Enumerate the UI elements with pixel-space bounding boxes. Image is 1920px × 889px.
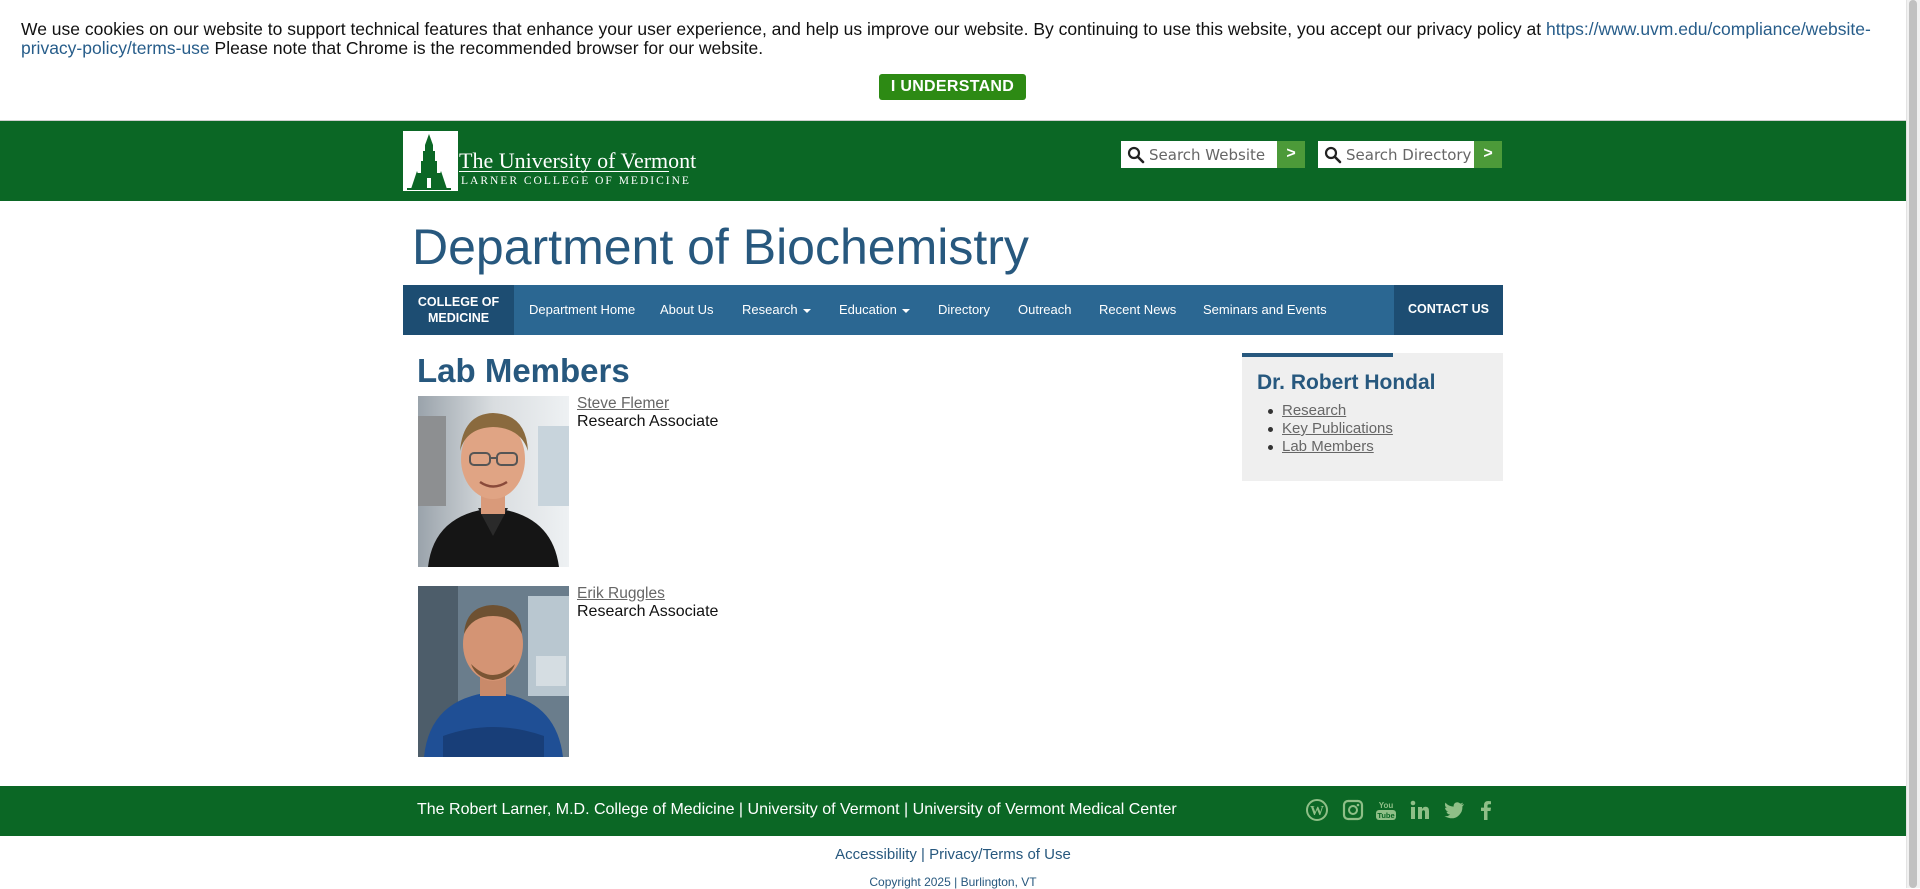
privacy-terms-link[interactable]: Privacy/Terms of Use <box>929 846 1071 863</box>
contact-us-button[interactable]: CONTACT US <box>1394 285 1503 335</box>
wordpress-icon[interactable]: W <box>1305 798 1329 822</box>
lab-members-title: Lab Members <box>417 352 630 389</box>
linkedin-icon[interactable] <box>1408 798 1432 822</box>
search-website: > <box>1121 141 1305 168</box>
footer-separator: | <box>921 846 925 863</box>
caret-down-icon <box>802 308 811 313</box>
sidebar-title: Dr. Robert Hondal <box>1257 371 1436 394</box>
sidebar-link-label: Key Publications <box>1282 420 1393 437</box>
twitter-icon[interactable] <box>1442 798 1466 822</box>
bullet-icon <box>1268 409 1273 414</box>
department-title[interactable]: Department of Biochemistry <box>412 218 1029 276</box>
nav-research[interactable]: Research <box>742 285 811 335</box>
uvm-logo[interactable]: The University of Vermont LARNER COLLEGE… <box>403 131 696 191</box>
facebook-icon[interactable] <box>1474 798 1498 822</box>
cookie-banner: We use cookies on our website to support… <box>0 0 1906 121</box>
member-name-link[interactable]: Steve Flemer <box>577 395 669 413</box>
i-understand-button[interactable]: I UNDERSTAND <box>879 74 1026 100</box>
nav-recent-news[interactable]: Recent News <box>1099 285 1176 335</box>
member-photo-erik-ruggles[interactable] <box>418 586 569 757</box>
cookie-browser-note: Please note that Chrome is the recommend… <box>209 38 764 58</box>
nav-seminars-and-events[interactable]: Seminars and Events <box>1203 285 1327 335</box>
nav-about-us[interactable]: About Us <box>660 285 713 335</box>
page-scrollbar-thumb[interactable] <box>1909 0 1917 888</box>
svg-text:You: You <box>1379 801 1394 810</box>
sidebar-link-label: Research <box>1282 402 1347 419</box>
svg-text:Tube: Tube <box>1377 811 1394 820</box>
youtube-icon[interactable]: You Tube <box>1374 798 1398 822</box>
nav-research-label: Research <box>742 302 798 317</box>
accessibility-link[interactable]: Accessibility <box>835 846 917 863</box>
bullet-icon <box>1268 445 1273 450</box>
bullet-icon <box>1268 427 1273 432</box>
svg-text:W: W <box>1310 804 1324 819</box>
tower-logo-icon <box>403 131 455 191</box>
search-icon <box>1127 146 1145 164</box>
site-header <box>0 121 1906 201</box>
logo-divider <box>459 171 669 172</box>
main-nav: COLLEGE OF MEDICINE Department Home Abou… <box>403 285 1503 335</box>
sidebar-link-key-publications[interactable]: Key Publications <box>1266 420 1393 438</box>
sidebar-link-label: Lab Members <box>1282 438 1374 455</box>
nav-directory[interactable]: Directory <box>938 285 990 335</box>
footer-college-links[interactable]: The Robert Larner, M.D. College of Medic… <box>417 801 1177 819</box>
nav-department-home[interactable]: Department Home <box>529 285 635 335</box>
member-role: Research Associate <box>577 413 719 430</box>
member-name-link[interactable]: Erik Ruggles <box>577 585 665 603</box>
sidebar-links: Research Key Publications Lab Members <box>1266 402 1393 456</box>
nav-education-label: Education <box>839 302 897 317</box>
search-website-go-button[interactable]: > <box>1277 141 1305 168</box>
member-role: Research Associate <box>577 603 719 620</box>
cookie-text: We use cookies on our website to support… <box>21 19 1546 39</box>
caret-down-icon <box>901 308 910 313</box>
sidebar-link-research[interactable]: Research <box>1266 402 1393 420</box>
footer-legal-links: Accessibility | Privacy/Terms of Use <box>0 846 1906 863</box>
search-directory-go-button[interactable]: > <box>1474 141 1502 168</box>
nav-education[interactable]: Education <box>839 285 910 335</box>
cookie-message: We use cookies on our website to support… <box>21 20 1891 58</box>
nav-outreach[interactable]: Outreach <box>1018 285 1071 335</box>
copyright-text: Copyright 2025 | Burlington, VT <box>869 875 1037 889</box>
sidebar-accent-bar <box>1242 353 1393 357</box>
instagram-icon[interactable] <box>1341 798 1365 822</box>
member-photo-steve-flemer[interactable] <box>418 396 569 567</box>
nav-college-of-medicine[interactable]: COLLEGE OF MEDICINE <box>403 285 514 335</box>
search-directory: > <box>1318 141 1502 168</box>
logo-college-name: LARNER COLLEGE OF MEDICINE <box>461 175 691 187</box>
search-icon <box>1324 146 1342 164</box>
sidebar-link-lab-members[interactable]: Lab Members <box>1266 438 1393 456</box>
search-website-input[interactable] <box>1149 144 1273 165</box>
search-directory-input[interactable] <box>1346 144 1474 165</box>
